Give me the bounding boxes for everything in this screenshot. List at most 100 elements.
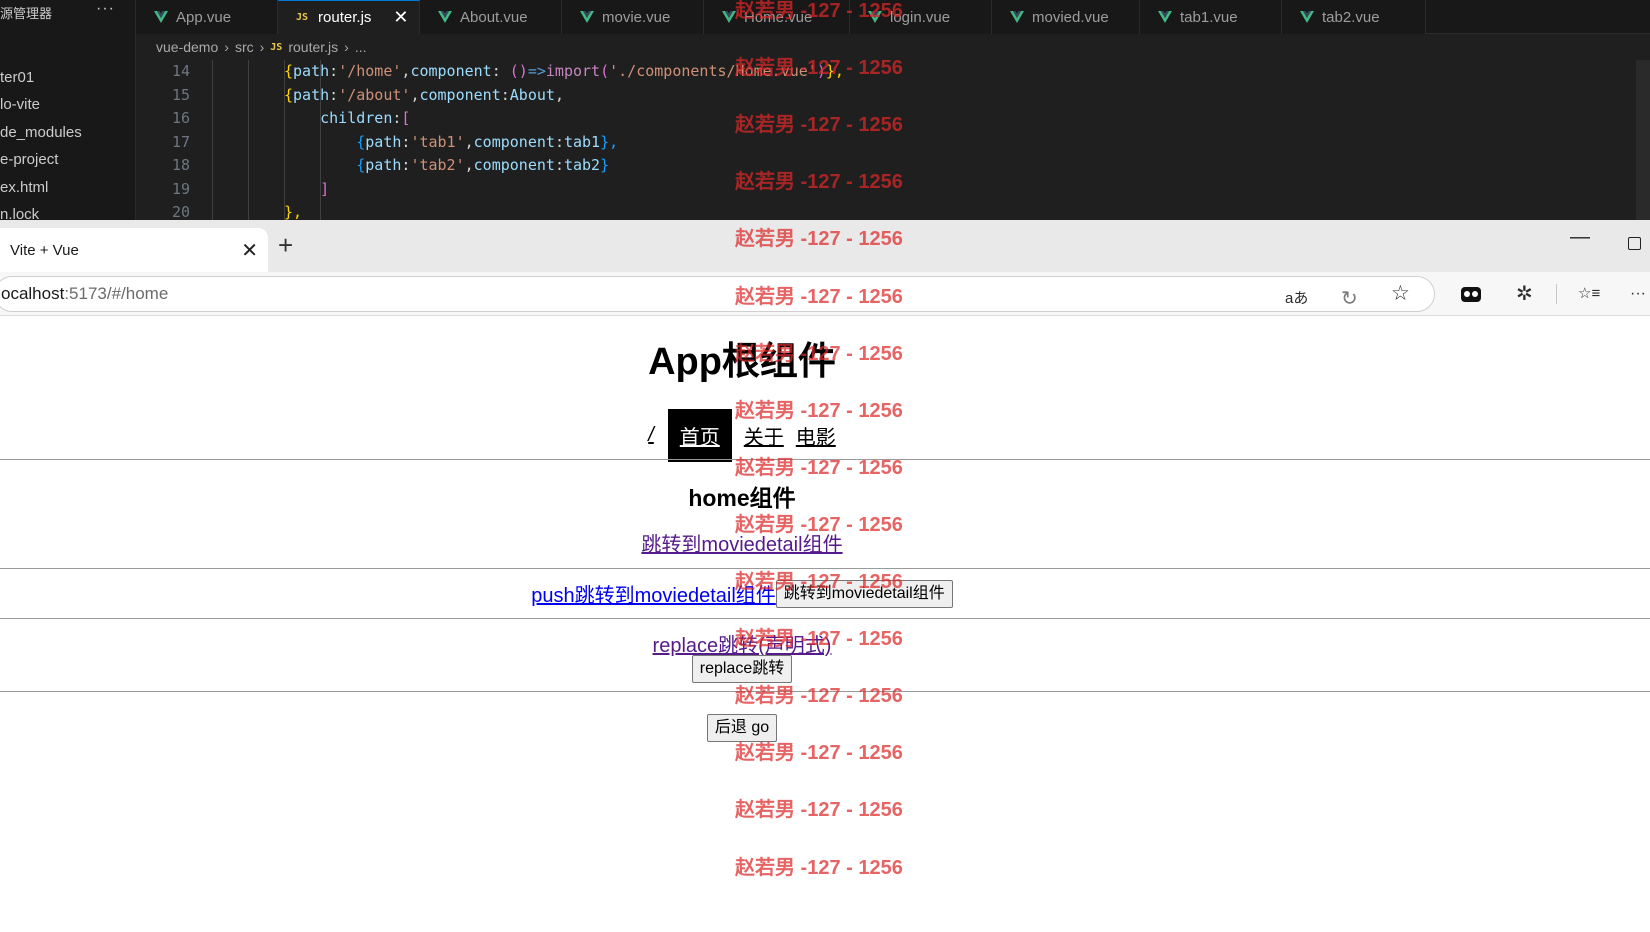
line-number: 19 [171,179,190,198]
code-token: import [545,62,601,80]
favorites-list-icon[interactable]: ☆≡ [1578,284,1600,304]
close-icon[interactable]: ✕ [241,238,258,263]
vue-icon [1158,11,1172,23]
tab-login-vue[interactable]: login.vue [850,0,992,34]
explorer-item[interactable]: e-project [0,146,82,173]
tab-router-js[interactable]: JS router.js ✕ [278,0,420,34]
tab-label: App.vue [176,8,232,26]
line-number-gutter: 14 15 16 17 18 19 20 [136,60,190,220]
tab-tab2-vue[interactable]: tab2.vue [1282,0,1426,34]
address-bar[interactable]: ocalhost:5173/#/home aあ ↻ ☆ [0,276,1435,312]
nav-link-about[interactable]: 关于 [744,421,784,450]
indent-guide [212,60,213,220]
minimize-icon[interactable]: — [1570,226,1590,249]
line-number: 18 [171,156,190,174]
new-tab-icon[interactable]: + [278,232,293,258]
nav-link-home[interactable]: 首页 [667,409,732,462]
vue-icon [580,11,594,23]
push-moviedetail-link[interactable]: push跳转到moviedetail组件 [531,579,776,608]
breadcrumb-item[interactable]: vue-demo [156,39,218,55]
js-file-icon: JS [296,12,309,23]
vscode-window: 源管理器 ··· ter01 lo-vite de_modules e-proj… [0,0,1650,223]
code-token: : [554,156,564,174]
code-token: : [329,62,339,80]
code-token: ) [816,62,826,80]
code-token: ( [600,62,610,80]
tab-home-vue[interactable]: Home.vue [704,0,850,34]
chevron-right-icon: › [224,39,229,55]
home-component-title: home组件 [688,485,796,511]
vue-icon [868,11,882,23]
read-aloud-icon[interactable]: aあ [1285,289,1308,309]
code-token: : [491,62,510,80]
tab-about-vue[interactable]: About.vue [420,0,562,34]
code-line: {path:'/about',component:About, [284,84,844,108]
js-file-icon: JS [270,41,283,53]
tab-label: Home.vue [744,8,813,26]
replace-declarative-link[interactable]: replace跳转(声明式) [653,635,832,657]
code-editor[interactable]: 14 15 16 17 18 19 20 {path:'/home',compo… [136,60,1650,220]
code-token: path [293,85,330,104]
code-token: }, [825,62,844,80]
divider [0,568,1650,569]
app-title: App根组件 [648,341,836,383]
profile-icon[interactable] [1460,284,1482,304]
code-token: About [509,85,555,104]
code-token: }, [600,132,619,151]
favorite-star-icon[interactable]: ☆ [1391,283,1410,304]
moviedetail-button[interactable]: 跳转到moviedetail组件 [775,579,953,608]
code-token: component [473,132,555,151]
tab-label: tab1.vue [1180,8,1238,26]
replace-button[interactable]: replace跳转 [691,655,793,683]
router-nav: / 首页 关于 电影 [0,409,1484,462]
explorer-file-list: ter01 lo-vite de_modules e-project ex.ht… [0,64,82,228]
code-token: , [554,85,564,104]
code-line: }, [284,201,844,220]
browser-window: Vite + Vue ✕ + — ocalhost:5173/#/home aあ… [0,220,1650,932]
moviedetail-link[interactable]: 跳转到moviedetail组件 [641,534,842,556]
vue-icon [722,11,736,23]
code-token: tab1 [563,132,601,151]
chevron-right-icon: › [344,39,349,55]
line-number: 15 [171,85,190,104]
nav-link-movie[interactable]: 电影 [796,421,836,450]
more-icon[interactable]: ··· [1630,284,1646,304]
explorer-more-icon[interactable]: ··· [96,0,115,18]
extensions-icon[interactable]: ✲ [1516,284,1533,304]
code-token: path [365,156,402,174]
code-token: component [419,85,501,104]
browser-tab-active[interactable]: Vite + Vue ✕ [0,228,268,272]
code-token: , [464,156,474,174]
explorer-item[interactable]: ex.html [0,174,82,201]
nav-link-root[interactable]: / [648,424,654,447]
maximize-icon[interactable] [1628,237,1641,250]
code-token: 'tab2' [410,156,465,174]
code-line: {path:'/home',component: ()=>import('./c… [284,60,844,84]
code-line: {path:'tab1',component:tab1}, [284,131,844,155]
code-line: ] [284,178,844,202]
breadcrumb-item[interactable]: ... [355,39,367,55]
explorer-item[interactable]: de_modules [0,119,82,146]
vue-icon [154,11,168,23]
divider [0,459,1650,460]
breadcrumb-item[interactable]: router.js [288,39,338,55]
tab-movie-vue[interactable]: movie.vue [562,0,704,34]
go-back-button[interactable]: 后退 go [706,714,778,742]
breadcrumb-item[interactable]: src [235,39,254,55]
go-button-row: 后退 go [0,714,1484,742]
tab-app-vue[interactable]: App.vue [136,0,278,34]
tab-movied-vue[interactable]: movied.vue [992,0,1140,34]
tab-label: movie.vue [602,8,671,26]
explorer-item[interactable]: ter01 [0,64,82,91]
url-text[interactable]: ocalhost:5173/#/home [1,284,168,304]
explorer-item[interactable]: lo-vite [0,91,82,118]
tab-tab1-vue[interactable]: tab1.vue [1140,0,1282,34]
breadcrumb: vue-demo › src › JS router.js › ... [136,34,1650,60]
code-token: path [293,62,330,80]
edge-refresh-icon[interactable]: ↻ [1341,289,1358,309]
code-line: {path:'tab2',component:tab2} [284,154,844,178]
replace-button-row: replace跳转 [0,655,1484,683]
close-icon[interactable]: ✕ [393,7,408,28]
editor-scrollbar[interactable] [1636,60,1650,220]
code-token: './components/Home.vue' [609,62,817,80]
